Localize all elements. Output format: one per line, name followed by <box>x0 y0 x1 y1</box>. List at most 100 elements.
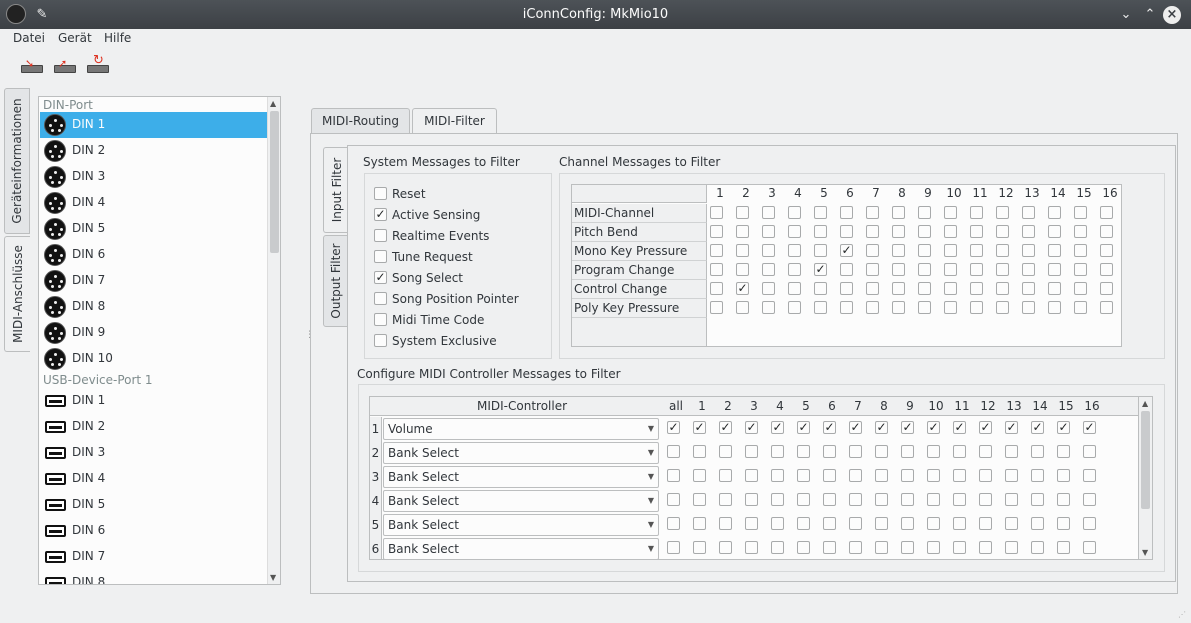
controller-filter-checkbox[interactable] <box>875 493 888 506</box>
controller-select[interactable]: Bank Select ▼ <box>383 466 659 488</box>
channel-filter-checkbox[interactable] <box>814 206 827 219</box>
channel-filter-checkbox[interactable] <box>892 206 905 219</box>
channel-filter-checkbox[interactable] <box>788 206 801 219</box>
channel-filter-checkbox[interactable] <box>840 263 853 276</box>
channel-filter-checkbox[interactable] <box>996 282 1009 295</box>
port-item-din[interactable]: DIN 3 <box>40 164 280 190</box>
controller-filter-checkbox[interactable] <box>849 541 862 554</box>
controller-filter-checkbox[interactable] <box>1083 493 1096 506</box>
channel-filter-checkbox[interactable] <box>918 263 931 276</box>
channel-filter-checkbox[interactable] <box>996 263 1009 276</box>
controller-filter-checkbox[interactable] <box>953 541 966 554</box>
device-read-icon[interactable]: ➘ <box>19 57 45 79</box>
system-filter-checkbox[interactable]: ✓ <box>374 271 387 284</box>
port-item-din[interactable]: DIN 10 <box>40 346 280 372</box>
controller-filter-checkbox[interactable] <box>1083 517 1096 530</box>
system-filter-checkbox[interactable] <box>374 334 387 347</box>
splitter-handle[interactable]: ⋮ <box>305 330 314 350</box>
tab-geraeteinformationen[interactable]: Geräteinformationen <box>4 88 30 234</box>
channel-filter-checkbox[interactable] <box>788 225 801 238</box>
system-filter-checkbox[interactable] <box>374 250 387 263</box>
scroll-up-icon[interactable]: ▲ <box>270 99 276 108</box>
channel-filter-checkbox[interactable]: ✓ <box>840 244 853 257</box>
channel-filter-checkbox[interactable] <box>944 263 957 276</box>
channel-filter-checkbox[interactable] <box>970 301 983 314</box>
controller-filter-checkbox[interactable] <box>745 445 758 458</box>
channel-filter-checkbox[interactable] <box>866 225 879 238</box>
channel-filter-checkbox[interactable] <box>840 206 853 219</box>
channel-filter-checkbox[interactable] <box>918 206 931 219</box>
controller-filter-checkbox[interactable] <box>1083 541 1096 554</box>
controller-filter-checkbox[interactable] <box>823 541 836 554</box>
port-item-din[interactable]: DIN 8 <box>40 294 280 320</box>
port-item-din[interactable]: DIN 5 <box>40 216 280 242</box>
controller-filter-checkbox[interactable] <box>1057 469 1070 482</box>
channel-filter-checkbox[interactable] <box>814 301 827 314</box>
port-item-usb[interactable]: DIN 8 <box>40 570 280 584</box>
channel-filter-checkbox[interactable] <box>996 206 1009 219</box>
system-filter-checkbox[interactable] <box>374 229 387 242</box>
channel-filter-checkbox[interactable] <box>866 244 879 257</box>
controller-filter-checkbox[interactable] <box>901 445 914 458</box>
channel-filter-checkbox[interactable] <box>1048 244 1061 257</box>
channel-filter-checkbox[interactable] <box>892 244 905 257</box>
controller-filter-checkbox[interactable]: ✓ <box>953 421 966 434</box>
device-reset-icon[interactable]: ↻ <box>85 54 111 79</box>
channel-filter-checkbox[interactable] <box>1022 282 1035 295</box>
port-item-usb[interactable]: DIN 6 <box>40 518 280 544</box>
port-item-din[interactable]: DIN 4 <box>40 190 280 216</box>
controller-filter-checkbox[interactable] <box>823 445 836 458</box>
controller-filter-checkbox[interactable] <box>1005 493 1018 506</box>
controller-filter-checkbox[interactable]: ✓ <box>797 421 810 434</box>
channel-filter-checkbox[interactable] <box>710 244 723 257</box>
channel-filter-checkbox[interactable] <box>788 244 801 257</box>
channel-filter-checkbox[interactable] <box>1100 282 1113 295</box>
channel-filter-checkbox[interactable] <box>840 301 853 314</box>
device-write-icon[interactable]: ➚ <box>52 57 78 79</box>
controller-filter-checkbox[interactable] <box>901 541 914 554</box>
channel-filter-checkbox[interactable] <box>1100 206 1113 219</box>
channel-filter-checkbox[interactable] <box>762 244 775 257</box>
controller-filter-checkbox[interactable] <box>693 469 706 482</box>
channel-filter-checkbox[interactable] <box>736 263 749 276</box>
controller-filter-checkbox[interactable] <box>693 493 706 506</box>
controller-filter-checkbox[interactable]: ✓ <box>693 421 706 434</box>
channel-filter-checkbox[interactable] <box>1074 244 1087 257</box>
channel-filter-checkbox[interactable] <box>710 282 723 295</box>
controller-filter-checkbox[interactable] <box>771 541 784 554</box>
port-item-usb[interactable]: DIN 3 <box>40 440 280 466</box>
channel-filter-checkbox[interactable] <box>1100 225 1113 238</box>
channel-filter-checkbox[interactable] <box>736 225 749 238</box>
channel-filter-checkbox[interactable] <box>710 301 723 314</box>
channel-filter-checkbox[interactable] <box>1048 225 1061 238</box>
channel-filter-checkbox[interactable] <box>944 244 957 257</box>
channel-filter-checkbox[interactable] <box>1022 206 1035 219</box>
controller-filter-checkbox[interactable] <box>823 517 836 530</box>
channel-filter-checkbox[interactable] <box>918 244 931 257</box>
controller-filter-checkbox[interactable]: ✓ <box>1057 421 1070 434</box>
controller-filter-checkbox[interactable] <box>849 469 862 482</box>
port-item-usb[interactable]: DIN 1 <box>40 388 280 414</box>
controller-filter-checkbox[interactable] <box>745 493 758 506</box>
controller-filter-checkbox[interactable] <box>797 517 810 530</box>
port-item-din[interactable]: DIN 2 <box>40 138 280 164</box>
controller-filter-checkbox[interactable] <box>667 493 680 506</box>
channel-filter-checkbox[interactable] <box>944 225 957 238</box>
channel-filter-checkbox[interactable] <box>1074 282 1087 295</box>
menu-hilfe[interactable]: Hilfe <box>104 31 131 45</box>
channel-filter-checkbox[interactable] <box>710 225 723 238</box>
scroll-thumb[interactable] <box>270 111 279 253</box>
controller-filter-checkbox[interactable] <box>927 469 940 482</box>
controller-filter-checkbox[interactable] <box>1031 541 1044 554</box>
channel-filter-checkbox[interactable] <box>970 282 983 295</box>
channel-filter-checkbox[interactable] <box>1048 282 1061 295</box>
controller-filter-checkbox[interactable] <box>927 541 940 554</box>
controller-filter-checkbox[interactable] <box>875 517 888 530</box>
channel-filter-checkbox[interactable] <box>736 244 749 257</box>
controller-filter-checkbox[interactable] <box>667 469 680 482</box>
controller-filter-checkbox[interactable] <box>1031 517 1044 530</box>
controller-filter-checkbox[interactable]: ✓ <box>719 421 732 434</box>
system-filter-checkbox[interactable] <box>374 292 387 305</box>
tab-output-filter[interactable]: Output Filter <box>323 235 349 327</box>
scroll-thumb[interactable] <box>1141 411 1150 509</box>
